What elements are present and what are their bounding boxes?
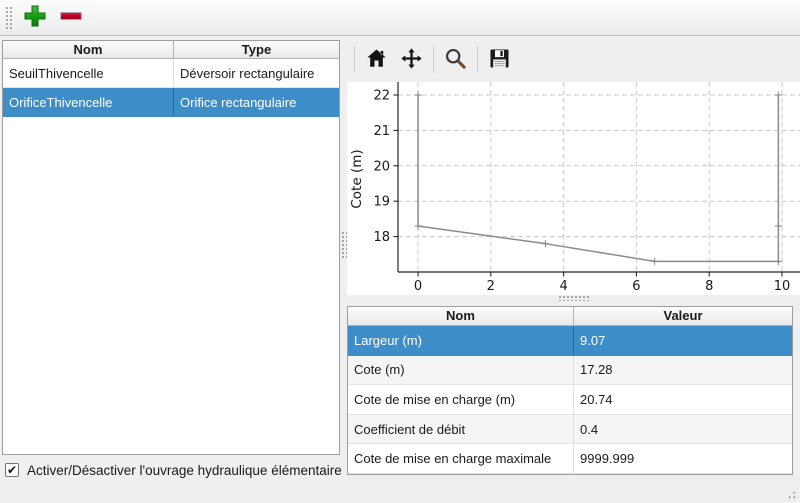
property-row-largeur[interactable]: Largeur (m) 9.07 (348, 326, 792, 356)
remove-structure-button[interactable] (56, 3, 86, 33)
zoom-icon (444, 47, 467, 73)
plot-home-button[interactable] (363, 44, 390, 76)
svg-text:6: 6 (632, 279, 640, 294)
structure-type: Déversoir rectangulaire (174, 59, 339, 87)
structure-type: Orifice rectangulaire (174, 88, 339, 116)
property-row-cote-maximale[interactable]: Cote de mise en charge maximale 9999.999 (348, 444, 792, 474)
property-name: Cote de mise en charge maximale (348, 444, 574, 473)
toolbar-drag-handle[interactable] (4, 5, 12, 31)
property-value: 9999.999 (574, 444, 792, 473)
property-name: Cote (m) (348, 356, 574, 385)
toolbar-separator (354, 46, 355, 73)
enable-structure-checkbox-label: Activer/Désactiver l'ouvrage hydraulique… (27, 463, 342, 478)
toolbar-separator (433, 46, 434, 73)
pan-icon (400, 47, 423, 73)
structures-row-seuilthivencelle[interactable]: SeuilThivencelle Déversoir rectangulaire (3, 59, 339, 88)
minus-icon (60, 5, 82, 30)
property-name: Cote de mise en charge (m) (348, 385, 574, 414)
property-name: Coefficient de débit (348, 415, 574, 444)
property-value: 9.07 (574, 326, 792, 355)
application-window: Nom Type SeuilThivencelle Déversoir rect… (0, 0, 800, 503)
home-icon (365, 47, 388, 73)
svg-text:8: 8 (705, 279, 713, 294)
structures-row-orificethivencelle[interactable]: OrificeThivencelle Orifice rectangulaire (3, 88, 339, 117)
svg-text:18: 18 (373, 230, 390, 245)
horizontal-splitter-handle[interactable] (558, 295, 590, 301)
properties-header-valeur: Valeur (574, 307, 792, 325)
window-resize-grip[interactable] (783, 486, 798, 501)
structures-table-header: Nom Type (3, 41, 339, 59)
add-structure-button[interactable] (20, 3, 50, 33)
property-row-cote[interactable]: Cote (m) 17.28 (348, 356, 792, 386)
structures-table: Nom Type SeuilThivencelle Déversoir rect… (2, 40, 340, 455)
plot-pan-button[interactable] (398, 44, 425, 76)
property-value: 17.28 (574, 356, 792, 385)
svg-text:22: 22 (373, 89, 390, 104)
structure-name: OrificeThivencelle (3, 88, 174, 116)
plot-zoom-button[interactable] (442, 44, 469, 76)
property-row-coefficient-debit[interactable]: Coefficient de débit 0.4 (348, 415, 792, 445)
property-name: Largeur (m) (348, 326, 574, 355)
property-row-cote-mise-en-charge[interactable]: Cote de mise en charge (m) 20.74 (348, 385, 792, 415)
plot-canvas[interactable]: 0 2 4 6 8 10 18 19 20 21 22 Cote (m) (347, 82, 800, 295)
svg-text:4: 4 (559, 279, 567, 294)
svg-text:10: 10 (774, 279, 791, 294)
profile-chart[interactable]: 0 2 4 6 8 10 18 19 20 21 22 Cote (m) (347, 82, 800, 295)
enable-structure-checkbox-row[interactable]: ✔ Activer/Désactiver l'ouvrage hydrauliq… (5, 461, 342, 479)
svg-text:20: 20 (373, 159, 390, 174)
svg-text:Cote (m): Cote (m) (349, 149, 365, 208)
property-value: 20.74 (574, 385, 792, 414)
svg-text:2: 2 (487, 279, 495, 294)
toolbar-separator (477, 46, 478, 73)
svg-text:21: 21 (373, 124, 390, 139)
svg-text:19: 19 (373, 195, 390, 210)
plot-toolbar (347, 37, 800, 82)
properties-table: Nom Valeur Largeur (m) 9.07 Cote (m) 17.… (347, 306, 793, 475)
properties-header-nom: Nom (348, 307, 574, 325)
main-toolbar (0, 0, 800, 36)
plus-icon (24, 5, 46, 30)
structures-header-type: Type (174, 41, 339, 58)
save-icon (488, 47, 511, 73)
plot-save-button[interactable] (486, 44, 513, 76)
properties-table-header: Nom Valeur (348, 307, 792, 326)
structures-header-nom: Nom (3, 41, 174, 58)
structure-name: SeuilThivencelle (3, 59, 174, 87)
property-value: 0.4 (574, 415, 792, 444)
enable-structure-checkbox[interactable]: ✔ (5, 463, 19, 477)
svg-text:0: 0 (414, 279, 422, 294)
